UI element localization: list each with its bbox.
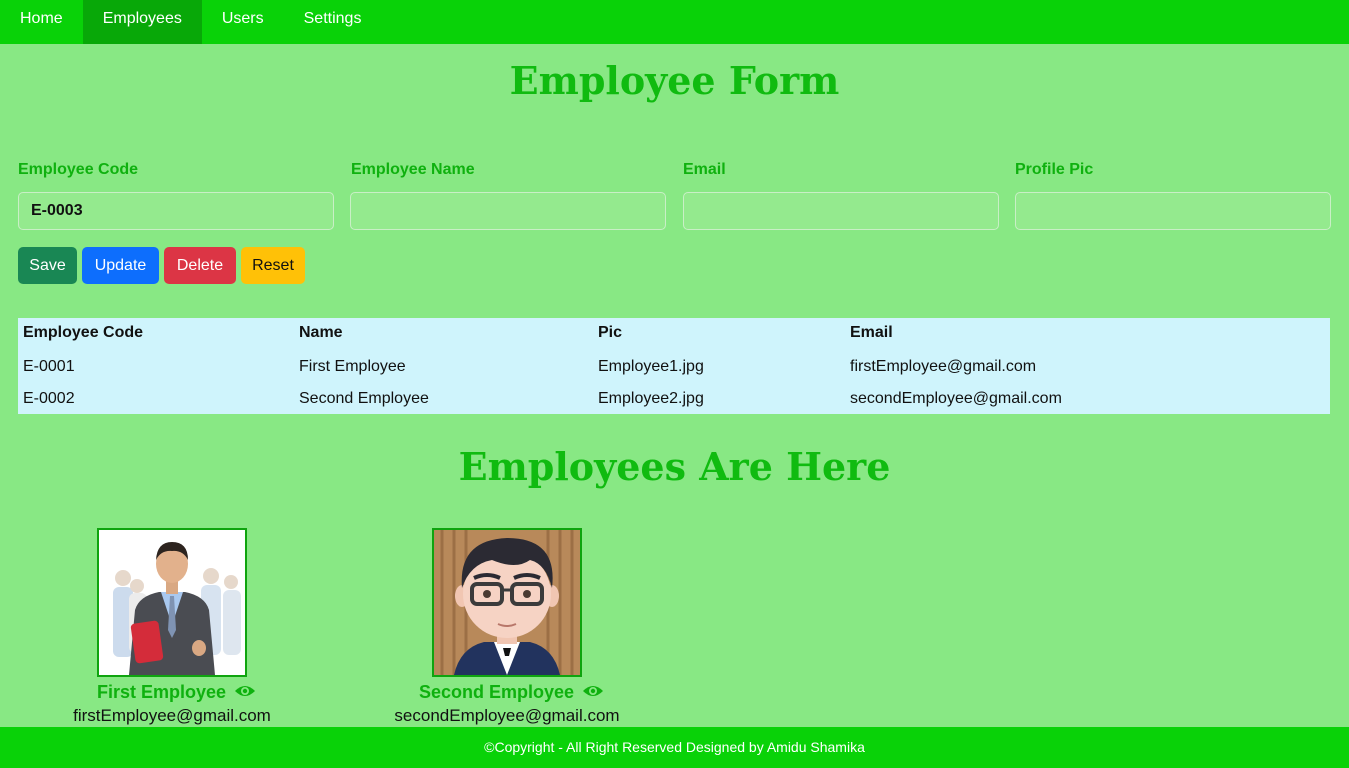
employee-name-text: Second Employee (419, 682, 575, 702)
employee-card-name[interactable]: First Employee (97, 682, 256, 703)
email-label: Email (683, 161, 726, 178)
cards-title: Employees Are Here (458, 444, 891, 489)
top-navbar: Home Employees Users Settings (0, 0, 1349, 44)
employee-card-name[interactable]: Second Employee (419, 682, 604, 703)
employee-card-email: firstEmployee@gmail.com (73, 706, 271, 725)
nav-item-users[interactable]: Users (202, 0, 284, 44)
table-cell-pic: Employee2.jpg (598, 390, 704, 407)
table-cell-email: secondEmployee@gmail.com (850, 390, 1062, 407)
table-cell-email: firstEmployee@gmail.com (850, 358, 1037, 375)
table-cell-pic: Employee1.jpg (598, 358, 704, 375)
update-button[interactable]: Update (82, 247, 159, 284)
table-header-email: Email (850, 324, 893, 341)
employee-name-label: Employee Name (351, 161, 475, 178)
save-button[interactable]: Save (18, 247, 77, 284)
employee-table: Employee Code Name Pic Email E-0001 Firs… (18, 318, 1330, 414)
eye-icon[interactable] (234, 682, 256, 703)
form-title: Employee Form (509, 58, 840, 103)
nav-item-settings[interactable]: Settings (284, 0, 382, 44)
table-cell-name: Second Employee (299, 390, 429, 407)
employee-code-label: Employee Code (18, 161, 139, 178)
table-header-pic: Pic (598, 324, 623, 341)
table-header-code: Employee Code (23, 324, 144, 341)
nav-item-home[interactable]: Home (0, 0, 83, 44)
footer-copyright: ©Copyright - All Right Reserved Designed… (0, 727, 1349, 768)
table-header-name: Name (299, 324, 343, 341)
table-cell-name: First Employee (299, 358, 406, 375)
reset-button[interactable]: Reset (241, 247, 305, 284)
delete-button[interactable]: Delete (164, 247, 236, 284)
profile-pic-input[interactable] (1015, 192, 1331, 230)
profile-pic-label: Profile Pic (1015, 161, 1094, 178)
email-input[interactable] (683, 192, 999, 230)
employee-name-text: First Employee (97, 682, 227, 702)
employee-name-input[interactable] (350, 192, 666, 230)
employee-photo (97, 528, 247, 677)
nav-item-employees[interactable]: Employees (82, 0, 202, 44)
table-cell-code: E-0001 (23, 358, 75, 375)
employee-photo (432, 528, 582, 677)
employee-card-email: secondEmployee@gmail.com (394, 706, 620, 725)
employee-code-input[interactable] (18, 192, 334, 230)
eye-icon[interactable] (582, 682, 604, 703)
table-cell-code: E-0002 (23, 390, 75, 407)
